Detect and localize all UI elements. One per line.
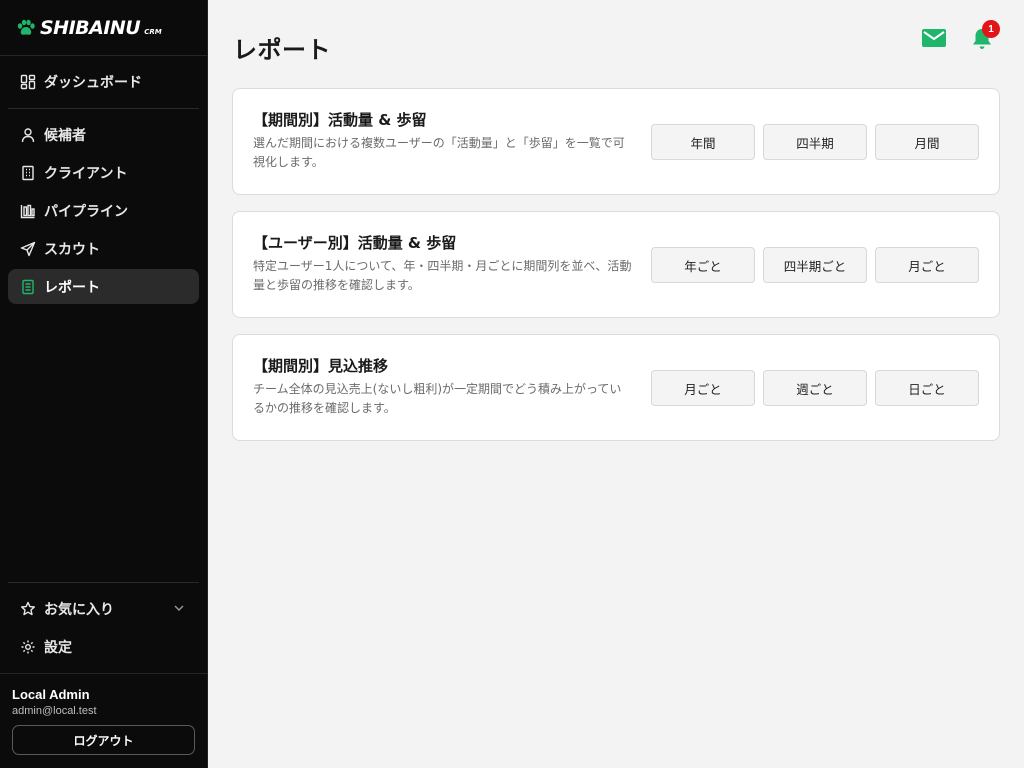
sidebar-item-reports[interactable]: レポート	[8, 269, 199, 304]
logout-button[interactable]: ログアウト	[12, 725, 195, 755]
monthly-button[interactable]: 月間	[875, 124, 979, 160]
report-icon	[22, 279, 34, 294]
card-description: 特定ユーザー1人について、年・四半期・月ごとに期間列を並べ、活動量と歩留の推移を…	[253, 259, 632, 292]
sidebar-item-label: ダッシュボード	[44, 74, 142, 91]
per-month-button[interactable]: 月ごと	[875, 247, 979, 283]
report-card-forecast-trend: 【期間別】見込推移 チーム全体の見込売上(ないし粗利)が一定期間でどう積み上がっ…	[232, 334, 1000, 441]
sidebar-item-label: クライアント	[44, 165, 128, 182]
user-email: admin@local.test	[12, 705, 97, 717]
star-icon	[21, 601, 35, 615]
sidebar-item-candidates[interactable]: 候補者	[8, 117, 199, 152]
card-description: 選んだ期間における複数ユーザーの「活動量」と「歩留」を一覧で可視化します。	[253, 136, 625, 169]
sidebar-item-label: 候補者	[44, 127, 86, 144]
per-week-button[interactable]: 週ごと	[763, 370, 867, 406]
sidebar-item-favorites[interactable]: お気に入り	[8, 591, 199, 626]
card-description: チーム全体の見込売上(ないし粗利)が一定期間でどう積み上がっているかの推移を確認…	[253, 382, 622, 415]
per-quarter-button[interactable]: 四半期ごと	[763, 247, 867, 283]
sidebar-item-label: スカウト	[44, 241, 100, 258]
sidebar-item-settings[interactable]: 設定	[8, 629, 199, 664]
divider	[8, 582, 199, 583]
sidebar-item-label: レポート	[44, 279, 100, 296]
brand-logo[interactable]: SHIBAINU CRM	[0, 0, 207, 56]
quarterly-button[interactable]: 四半期	[763, 124, 867, 160]
per-day-button[interactable]: 日ごと	[875, 370, 979, 406]
per-year-button[interactable]: 年ごと	[651, 247, 755, 283]
card-title: 【ユーザー別】活動量 & 歩留	[253, 234, 457, 252]
per-month-button[interactable]: 月ごと	[651, 370, 755, 406]
sidebar-item-dashboard[interactable]: ダッシュボード	[8, 64, 199, 99]
sidebar-item-scout[interactable]: スカウト	[8, 231, 199, 266]
user-name: Local Admin	[12, 687, 90, 702]
report-card-user-activity: 【ユーザー別】活動量 & 歩留 特定ユーザー1人について、年・四半期・月ごとに期…	[232, 211, 1000, 318]
send-icon	[20, 241, 36, 256]
page-title: レポート	[233, 36, 331, 64]
divider	[8, 108, 199, 109]
card-title: 【期間別】見込推移	[253, 357, 389, 375]
chevron-down-icon	[174, 605, 184, 611]
report-card-period-activity: 【期間別】活動量 & 歩留 選んだ期間における複数ユーザーの「活動量」と「歩留」…	[232, 88, 1000, 195]
sidebar-item-pipeline[interactable]: パイプライン	[8, 193, 199, 228]
brand-name: SHIBAINU	[40, 16, 141, 39]
building-icon	[22, 165, 34, 180]
sidebar-item-label: お気に入り	[44, 601, 114, 618]
mail-icon[interactable]	[921, 28, 947, 48]
sidebar-item-clients[interactable]: クライアント	[8, 155, 199, 190]
yearly-button[interactable]: 年間	[651, 124, 755, 160]
sidebar-item-label: パイプライン	[44, 203, 128, 220]
sidebar: SHIBAINU CRM ダッシュボード 候補者 クライアント パイプライン ス…	[0, 0, 208, 768]
notification-badge: 1	[982, 20, 1000, 38]
pipeline-icon	[20, 204, 35, 218]
card-title: 【期間別】活動量 & 歩留	[253, 111, 427, 129]
dashboard-icon	[20, 74, 36, 89]
sidebar-item-label: 設定	[44, 639, 72, 656]
gear-icon	[21, 640, 35, 653]
brand-sub: CRM	[144, 27, 162, 36]
user-icon	[21, 127, 35, 142]
paw-icon	[17, 19, 35, 35]
user-block: Local Admin admin@local.test ログアウト	[0, 673, 208, 768]
